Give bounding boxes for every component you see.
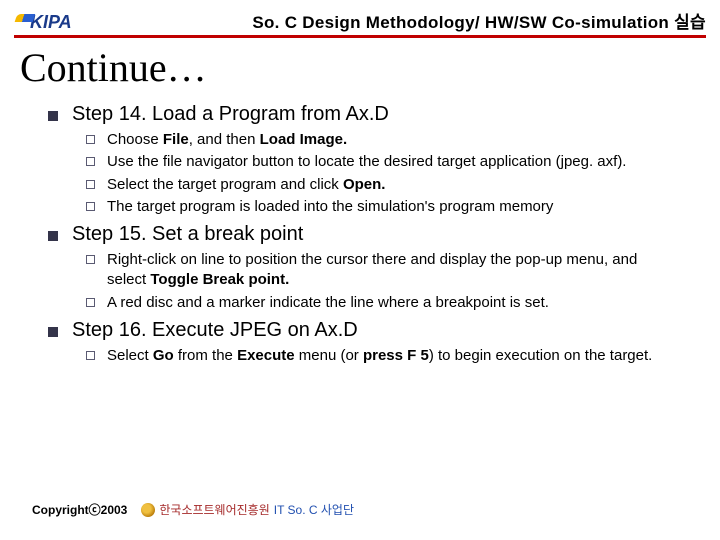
hollow-square-bullet-icon [86, 135, 95, 144]
step-block: Step 16. Execute JPEG on Ax.D Select Go f… [48, 319, 668, 366]
logo-text: KIPA [30, 12, 72, 32]
sub-item: Select Go from the Execute menu (or pres… [86, 346, 668, 366]
step-title: Step 15. Set a break point [72, 223, 303, 246]
slide-header: KIPA So. C Design Methodology/ HW/SW Co-… [0, 0, 720, 35]
sub-item-text: A red disc and a marker indicate the lin… [107, 293, 549, 313]
copyright-text: Copyrightⓒ2003 [32, 501, 127, 518]
logo-accent-shape [15, 14, 36, 22]
square-bullet-icon [48, 327, 58, 337]
sub-item: Use the file navigator button to locate … [86, 152, 668, 172]
footer-org: 한국소프트웨어진흥원 IT So. C 사업단 [141, 501, 354, 518]
kipa-logo: KIPA [14, 12, 72, 33]
step-heading: Step 14. Load a Program from Ax.D [48, 103, 668, 126]
hollow-square-bullet-icon [86, 202, 95, 211]
step-sub-items: Choose File, and then Load Image.Use the… [48, 130, 668, 217]
step-block: Step 15. Set a break point Right-click on… [48, 223, 668, 313]
step-sub-items: Select Go from the Execute menu (or pres… [48, 346, 668, 366]
slide-title: Continue… [0, 42, 720, 97]
hollow-square-bullet-icon [86, 180, 95, 189]
slide-content: Step 14. Load a Program from Ax.D Choose … [0, 103, 720, 366]
sub-item-text: Right-click on line to position the curs… [107, 250, 668, 291]
hollow-square-bullet-icon [86, 157, 95, 166]
sub-item: A red disc and a marker indicate the lin… [86, 293, 668, 313]
footer-org-ko: 한국소프트웨어진흥원 [159, 501, 269, 518]
hollow-square-bullet-icon [86, 255, 95, 264]
sub-item: The target program is loaded into the si… [86, 197, 668, 217]
square-bullet-icon [48, 111, 58, 121]
sub-item-text: Use the file navigator button to locate … [107, 152, 626, 172]
sub-item: Select the target program and click Open… [86, 175, 668, 195]
header-rule [14, 35, 706, 38]
course-title: So. C Design Methodology/ HW/SW Co-simul… [252, 8, 706, 33]
sub-item: Choose File, and then Load Image. [86, 130, 668, 150]
step-heading: Step 15. Set a break point [48, 223, 668, 246]
sub-item: Right-click on line to position the curs… [86, 250, 668, 291]
sub-item-text: Choose File, and then Load Image. [107, 130, 347, 150]
step-title: Step 14. Load a Program from Ax.D [72, 103, 389, 126]
step-heading: Step 16. Execute JPEG on Ax.D [48, 319, 668, 342]
sub-item-text: Select Go from the Execute menu (or pres… [107, 346, 652, 366]
hollow-square-bullet-icon [86, 351, 95, 360]
hollow-square-bullet-icon [86, 298, 95, 307]
slide-footer: Copyrightⓒ2003 한국소프트웨어진흥원 IT So. C 사업단 [32, 501, 354, 518]
square-bullet-icon [48, 231, 58, 241]
step-title: Step 16. Execute JPEG on Ax.D [72, 319, 358, 342]
footer-mark-icon [141, 503, 155, 517]
step-sub-items: Right-click on line to position the curs… [48, 250, 668, 313]
sub-item-text: Select the target program and click Open… [107, 175, 385, 195]
step-block: Step 14. Load a Program from Ax.D Choose … [48, 103, 668, 217]
footer-org-en: IT So. C 사업단 [274, 501, 354, 518]
sub-item-text: The target program is loaded into the si… [107, 197, 553, 217]
